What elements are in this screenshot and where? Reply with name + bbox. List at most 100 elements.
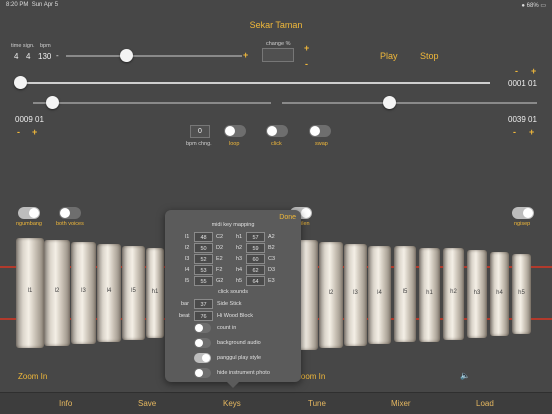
loop-label: loop (229, 141, 240, 147)
count-in-label: count in (217, 325, 237, 331)
play-button[interactable]: Play (380, 51, 398, 61)
range-end-track[interactable] (282, 102, 537, 104)
midi-note-field[interactable]: 62 (246, 265, 265, 275)
tab-tune[interactable]: Tune (308, 399, 326, 408)
song-title: Sekar Taman (249, 20, 303, 30)
count-in-toggle[interactable] (194, 323, 211, 333)
key-bar[interactable]: l2 (44, 240, 70, 346)
tab-mixer[interactable]: Mixer (391, 399, 411, 408)
range-start-readout: 0009 01 (15, 115, 44, 124)
key-bar[interactable]: h5 (512, 254, 531, 334)
hide-photo-toggle[interactable] (194, 368, 211, 378)
bar-sound-field[interactable]: 37 (194, 299, 213, 309)
midi-note-field[interactable]: 55 (194, 276, 213, 286)
key-bar[interactable]: h2 (443, 248, 464, 340)
speaker-icon[interactable]: 🔈 (460, 371, 470, 380)
change-plus-button[interactable]: + (304, 43, 309, 53)
midi-note-field[interactable]: 64 (246, 276, 265, 286)
swap-toggle[interactable] (309, 125, 331, 137)
zoom-in-left-button[interactable]: Zoom In (18, 372, 47, 381)
key-bar[interactable]: h1 (419, 248, 440, 342)
range-end-plus[interactable]: + (529, 127, 534, 137)
ngumbang-label: ngumbang (16, 221, 42, 227)
right-voice-label: ilen (301, 221, 310, 227)
bpm-change-label: bpm chng. (186, 141, 212, 147)
midi-note-field[interactable]: 53 (194, 265, 213, 275)
range-start-track[interactable] (33, 102, 271, 104)
range-end-thumb[interactable] (383, 96, 397, 109)
key-bar[interactable]: l3 (71, 242, 96, 344)
hide-photo-label: hide instrument photo (217, 370, 270, 376)
done-button[interactable]: Done (279, 214, 296, 221)
midi-map-row: l2 50 D2 h2 59 B2 (185, 243, 275, 253)
both-voices-toggle[interactable] (59, 207, 81, 219)
position-readout: 0001 01 (508, 79, 537, 88)
popover-arrow (226, 381, 240, 388)
midi-note-field[interactable]: 50 (194, 243, 213, 253)
bpm-minus-button[interactable]: - (56, 51, 59, 60)
key-bar[interactable]: h4 (490, 252, 509, 336)
status-time: 8:20 PM Sun Apr 5 (6, 2, 59, 8)
change-percent-field[interactable] (262, 48, 294, 62)
bpm-change-field[interactable]: 0 (190, 125, 210, 138)
bpm-value[interactable]: 130 (38, 52, 51, 61)
time-sign-label: time sign. (11, 43, 35, 49)
range-end-readout: 0039 01 (508, 115, 537, 124)
key-bar[interactable]: l5 (122, 246, 145, 340)
keys-popover: Done midi key mapping l1 48 C2 h1 57 A2 … (165, 210, 301, 388)
panggul-style-toggle[interactable] (194, 353, 211, 363)
tab-bar: Info Save Keys Tune Mixer Load (0, 392, 552, 414)
beat-sound-field[interactable]: 76 (194, 311, 213, 321)
change-minus-button[interactable]: - (305, 59, 308, 69)
tab-save[interactable]: Save (138, 399, 156, 408)
range-start-minus[interactable]: - (17, 127, 20, 137)
midi-note-field[interactable]: 57 (246, 232, 265, 242)
stop-button[interactable]: Stop (420, 51, 439, 61)
background-audio-label: background audio (217, 340, 261, 346)
bpm-label: bpm (40, 43, 51, 49)
ngumbang-toggle[interactable] (18, 207, 40, 219)
position-plus-button[interactable]: + (531, 66, 536, 76)
click-toggle[interactable] (266, 125, 288, 137)
ngisep-toggle[interactable] (512, 207, 534, 219)
range-end-minus[interactable]: - (513, 127, 516, 137)
status-battery: ● 68% ▭ (521, 3, 546, 9)
click-bar-row: bar 37 Side Stick (181, 299, 242, 309)
tab-load[interactable]: Load (476, 399, 494, 408)
key-bar[interactable]: h3 (467, 250, 487, 338)
midi-mapping-heading: midi key mapping (211, 222, 255, 228)
both-voices-label: both voices (56, 221, 84, 227)
ngisep-label: ngisep (514, 221, 531, 227)
key-bar[interactable]: l5 (394, 246, 416, 342)
key-bar[interactable]: l4 (97, 244, 121, 342)
swap-label: swap (315, 141, 328, 147)
key-bar[interactable]: h1 (146, 248, 164, 338)
key-bar[interactable]: l4 (368, 246, 391, 344)
key-bar[interactable]: l1 (16, 238, 44, 348)
bpm-slider-track[interactable] (66, 55, 242, 57)
bpm-plus-button[interactable]: + (243, 50, 248, 60)
key-bar[interactable]: l3 (344, 244, 367, 346)
click-label: click (271, 141, 282, 147)
time-sign-denominator[interactable]: 4 (26, 52, 30, 61)
position-minus-button[interactable]: - (515, 66, 518, 76)
tab-info[interactable]: Info (59, 399, 72, 408)
range-start-thumb[interactable] (46, 96, 60, 109)
key-bar[interactable]: l2 (319, 242, 343, 348)
midi-note-field[interactable]: 59 (246, 243, 265, 253)
tab-keys[interactable]: Keys (223, 399, 241, 408)
time-sign-numerator[interactable]: 4 (14, 52, 18, 61)
position-slider-thumb[interactable] (14, 76, 27, 89)
position-slider-track[interactable] (20, 82, 490, 84)
midi-note-field[interactable]: 52 (194, 254, 213, 264)
range-start-plus[interactable]: + (32, 127, 37, 137)
background-audio-toggle[interactable] (194, 338, 211, 348)
midi-map-row: l1 48 C2 h1 57 A2 (185, 232, 275, 242)
loop-toggle[interactable] (224, 125, 246, 137)
click-beat-row: beat 76 Hi Wood Block (179, 311, 253, 321)
bpm-slider-thumb[interactable] (119, 49, 133, 62)
midi-note-field[interactable]: 48 (194, 232, 213, 242)
panggul-style-label: panggul play style (217, 355, 262, 361)
midi-note-field[interactable]: 60 (246, 254, 265, 264)
status-bar: 8:20 PM Sun Apr 5 ● 68% ▭ (0, 0, 552, 10)
